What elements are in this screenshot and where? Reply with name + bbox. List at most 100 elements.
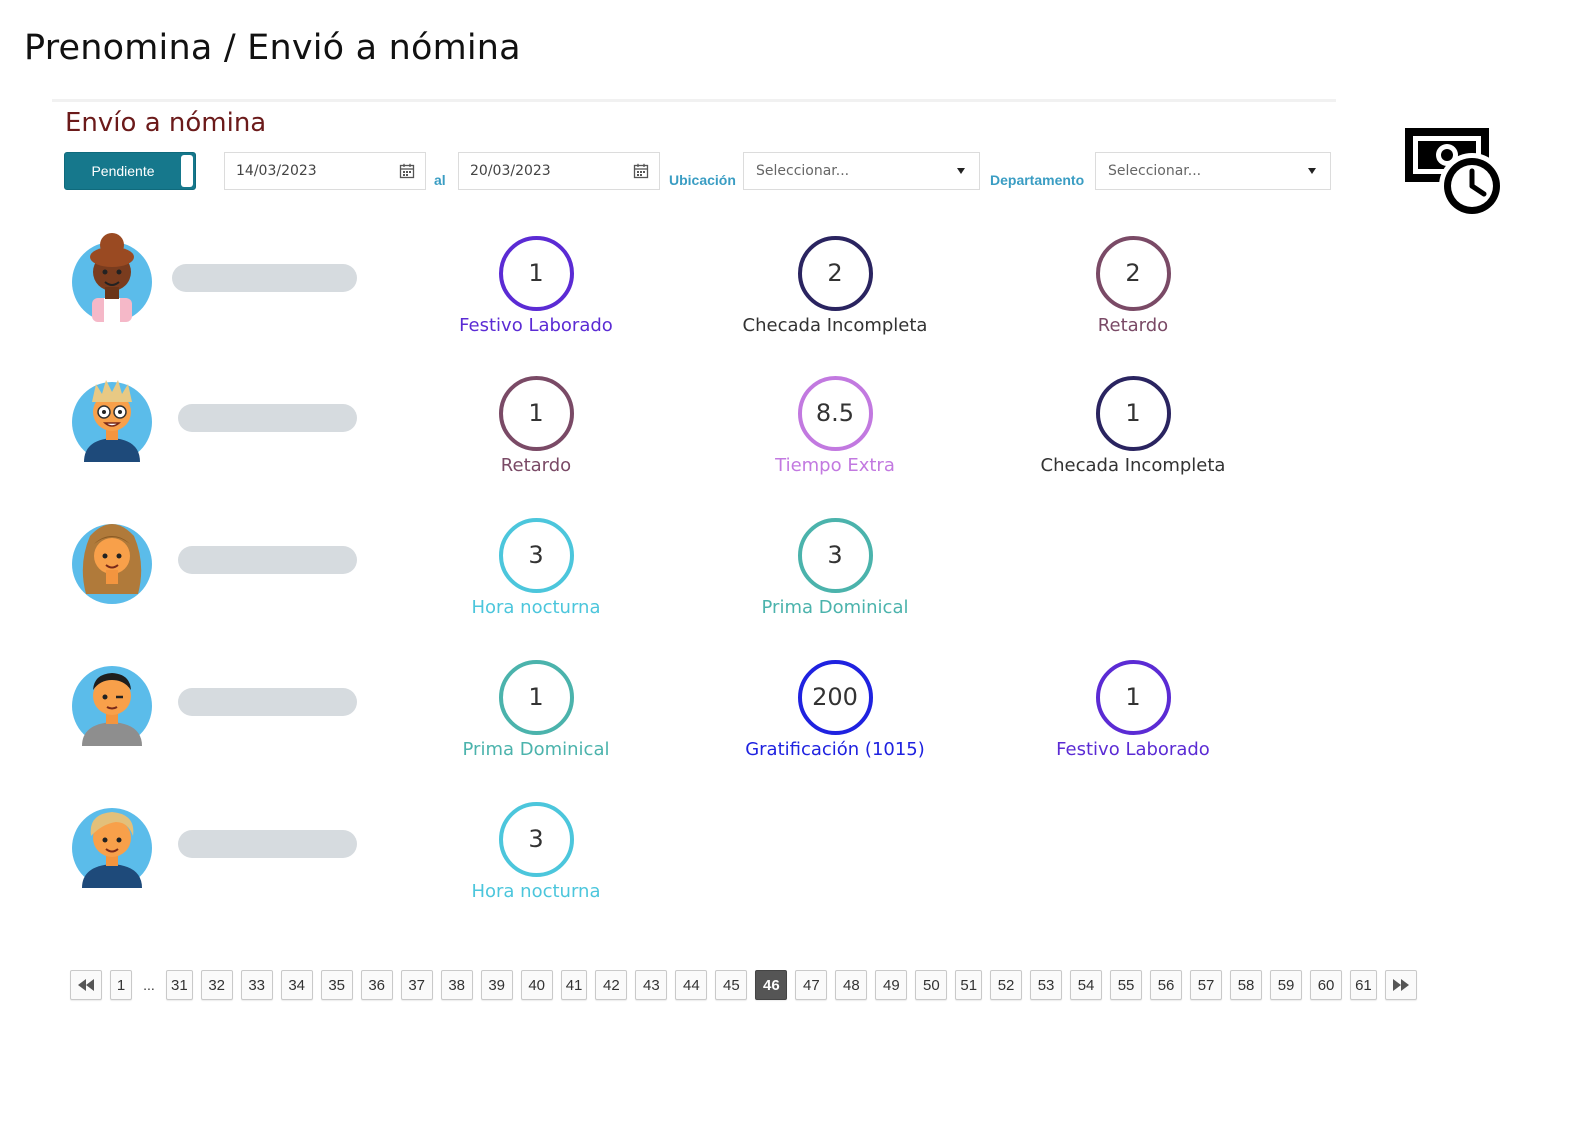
page-button[interactable]: 55	[1110, 970, 1143, 1000]
page-button[interactable]: 31	[166, 970, 193, 1000]
metric-hora-nocturna[interactable]: 3 Hora nocturna	[416, 802, 656, 902]
employee-row: 3 Hora nocturna	[60, 798, 1300, 908]
metric-retardo[interactable]: 1 Retardo	[416, 376, 656, 476]
metric-label: Tiempo Extra	[775, 455, 895, 476]
employee-name-placeholder	[178, 404, 357, 432]
page-button[interactable]: 49	[875, 970, 908, 1000]
department-select[interactable]: Seleccionar...	[1095, 152, 1331, 190]
page-button[interactable]: 58	[1230, 970, 1263, 1000]
metric-gratificacion[interactable]: 200 Gratificación (1015)	[715, 660, 955, 760]
page-button[interactable]: 34	[280, 970, 313, 1000]
section-title: Envío a nómina	[65, 108, 267, 138]
avatar[interactable]	[72, 514, 152, 604]
card-divider	[52, 99, 1336, 102]
metric-tiempo-extra[interactable]: 8.5 Tiempo Extra	[715, 376, 955, 476]
employee-row: 3 Hora nocturna 3 Prima Dominical	[60, 514, 1300, 624]
page-button[interactable]: 57	[1190, 970, 1223, 1000]
page-ellipsis: ...	[143, 977, 155, 993]
page-button[interactable]: 41	[560, 970, 588, 1000]
page-button[interactable]: 32	[200, 970, 233, 1000]
metric-value: 1	[1095, 376, 1171, 451]
page-button[interactable]: 45	[715, 970, 748, 1000]
date-to-value: 20/03/2023	[470, 163, 551, 179]
page-button[interactable]: 37	[400, 970, 433, 1000]
avatar[interactable]	[72, 372, 152, 462]
page-button[interactable]: 51	[955, 970, 983, 1000]
metric-checada-incompleta[interactable]: 1 Checada Incompleta	[1013, 376, 1253, 476]
page-button[interactable]: 50	[915, 970, 948, 1000]
page-title: Prenomina / Envió a nómina	[24, 28, 521, 68]
metric-retardo[interactable]: 2 Retardo	[1013, 236, 1253, 336]
metric-label: Prima Dominical	[761, 597, 909, 618]
money-clock-icon[interactable]	[1402, 124, 1508, 220]
page-button[interactable]: 38	[440, 970, 473, 1000]
metric-label: Gratificación (1015)	[745, 739, 925, 760]
avatar[interactable]	[72, 232, 152, 322]
page-button[interactable]: 54	[1070, 970, 1103, 1000]
employee-name-placeholder	[178, 546, 357, 574]
first-page-button[interactable]	[70, 970, 102, 1000]
page-button[interactable]: 47	[795, 970, 828, 1000]
calendar-icon[interactable]	[633, 163, 649, 179]
metric-hora-nocturna[interactable]: 3 Hora nocturna	[416, 518, 656, 618]
metric-prima-dominical[interactable]: 1 Prima Dominical	[416, 660, 656, 760]
metric-label: Retardo	[500, 455, 572, 476]
metric-label: Festivo Laborado	[1056, 739, 1210, 760]
location-select[interactable]: Seleccionar...	[743, 152, 980, 190]
page-button[interactable]: 56	[1150, 970, 1183, 1000]
caret-down-icon	[957, 168, 965, 174]
employee-row: 1 Retardo 8.5 Tiempo Extra 1 Checada Inc…	[60, 372, 1300, 482]
page-button[interactable]: 52	[990, 970, 1023, 1000]
department-select-value: Seleccionar...	[1108, 163, 1202, 179]
employee-row: 1 Prima Dominical 200 Gratificación (101…	[60, 656, 1300, 766]
department-label: Departamento	[990, 172, 1085, 188]
page-button[interactable]: 1	[110, 970, 132, 1000]
first-page-icon	[78, 979, 94, 991]
metric-value: 1	[498, 660, 574, 735]
last-page-icon	[1392, 979, 1409, 991]
date-from-input[interactable]: 14/03/2023	[224, 152, 426, 190]
page-button[interactable]: 39	[480, 970, 513, 1000]
metric-value: 3	[498, 802, 574, 877]
page-button[interactable]: 53	[1030, 970, 1063, 1000]
page-button[interactable]: 42	[595, 970, 628, 1000]
status-toggle[interactable]: Pendiente	[64, 152, 196, 190]
metric-value: 2	[1095, 236, 1171, 311]
page-button[interactable]: 35	[320, 970, 353, 1000]
page-button[interactable]: 33	[240, 970, 273, 1000]
metric-checada-incompleta[interactable]: 2 Checada Incompleta	[715, 236, 955, 336]
employee-row: 1 Festivo Laborado 2 Checada Incompleta …	[60, 232, 1300, 342]
status-toggle-label: Pendiente	[91, 163, 155, 179]
metric-label: Checada Incompleta	[742, 315, 928, 336]
metric-festivo-laborado[interactable]: 1 Festivo Laborado	[1013, 660, 1253, 760]
metric-label: Prima Dominical	[462, 739, 610, 760]
metric-label: Hora nocturna	[471, 597, 601, 618]
toggle-knob	[181, 155, 193, 187]
date-to-input[interactable]: 20/03/2023	[458, 152, 660, 190]
metric-label: Checada Incompleta	[1040, 455, 1226, 476]
calendar-icon[interactable]	[399, 163, 415, 179]
metric-prima-dominical[interactable]: 3 Prima Dominical	[715, 518, 955, 618]
date-from-value: 14/03/2023	[236, 163, 317, 179]
metric-label: Hora nocturna	[471, 881, 601, 902]
page-button[interactable]: 48	[835, 970, 868, 1000]
page-button[interactable]: 61	[1350, 970, 1377, 1000]
location-select-value: Seleccionar...	[756, 163, 850, 179]
metric-value: 3	[498, 518, 574, 593]
page-button[interactable]: 43	[635, 970, 668, 1000]
page-button[interactable]: 59	[1270, 970, 1303, 1000]
location-label: Ubicación	[669, 172, 736, 188]
avatar[interactable]	[72, 798, 152, 888]
metric-festivo-laborado[interactable]: 1 Festivo Laborado	[416, 236, 656, 336]
date-separator-label: al	[434, 172, 446, 188]
last-page-button[interactable]	[1384, 970, 1417, 1000]
avatar[interactable]	[72, 656, 152, 746]
page-button[interactable]: 60	[1310, 970, 1343, 1000]
page-button[interactable]: 44	[675, 970, 708, 1000]
page-button-current[interactable]: 46	[755, 970, 788, 1000]
pagination: 1 ... 31 32 33 34 35 36 37 38 39 40 41 4…	[70, 970, 1417, 1000]
metric-value: 2	[797, 236, 873, 311]
metric-value: 200	[797, 660, 873, 735]
page-button[interactable]: 36	[360, 970, 393, 1000]
page-button[interactable]: 40	[520, 970, 553, 1000]
